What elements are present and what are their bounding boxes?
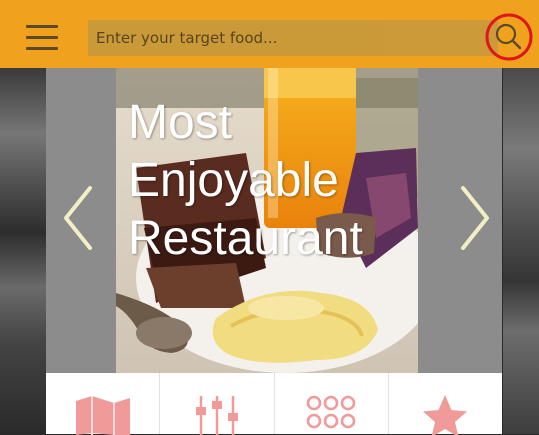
carousel-title-line: Most bbox=[128, 96, 233, 149]
carousel-title-line: Enjoyable bbox=[128, 154, 339, 207]
search-button[interactable] bbox=[484, 12, 534, 62]
carousel-next-button[interactable] bbox=[451, 178, 499, 258]
hamburger-menu-icon bbox=[26, 25, 58, 28]
hamburger-menu-icon-line bbox=[26, 47, 58, 50]
feature-map-button[interactable] bbox=[46, 373, 161, 435]
chevron-right-icon bbox=[461, 186, 489, 250]
hamburger-menu-icon-line bbox=[26, 36, 58, 39]
search-bar bbox=[88, 20, 498, 56]
feature-nav bbox=[46, 373, 502, 435]
background-photo-right bbox=[503, 68, 539, 434]
featured-carousel: Most Enjoyable Restaurant bbox=[46, 68, 502, 373]
map-icon bbox=[75, 396, 130, 435]
sliders-icon bbox=[195, 396, 238, 435]
carousel-title: Most Enjoyable Restaurant bbox=[128, 94, 428, 268]
chevron-left-icon bbox=[64, 186, 92, 250]
star-icon bbox=[423, 395, 468, 435]
feature-filter-button[interactable] bbox=[160, 373, 275, 435]
top-bar bbox=[0, 0, 539, 68]
grid-icon bbox=[306, 395, 356, 429]
background-photo-left bbox=[0, 68, 46, 434]
feature-favorites-button[interactable] bbox=[389, 373, 502, 435]
carousel-title-line: Restaurant bbox=[128, 212, 363, 265]
feature-categories-button[interactable] bbox=[275, 373, 389, 434]
carousel-prev-button[interactable] bbox=[54, 178, 102, 258]
search-input[interactable] bbox=[88, 20, 498, 56]
menu-button[interactable] bbox=[22, 22, 62, 54]
search-icon bbox=[485, 13, 533, 61]
